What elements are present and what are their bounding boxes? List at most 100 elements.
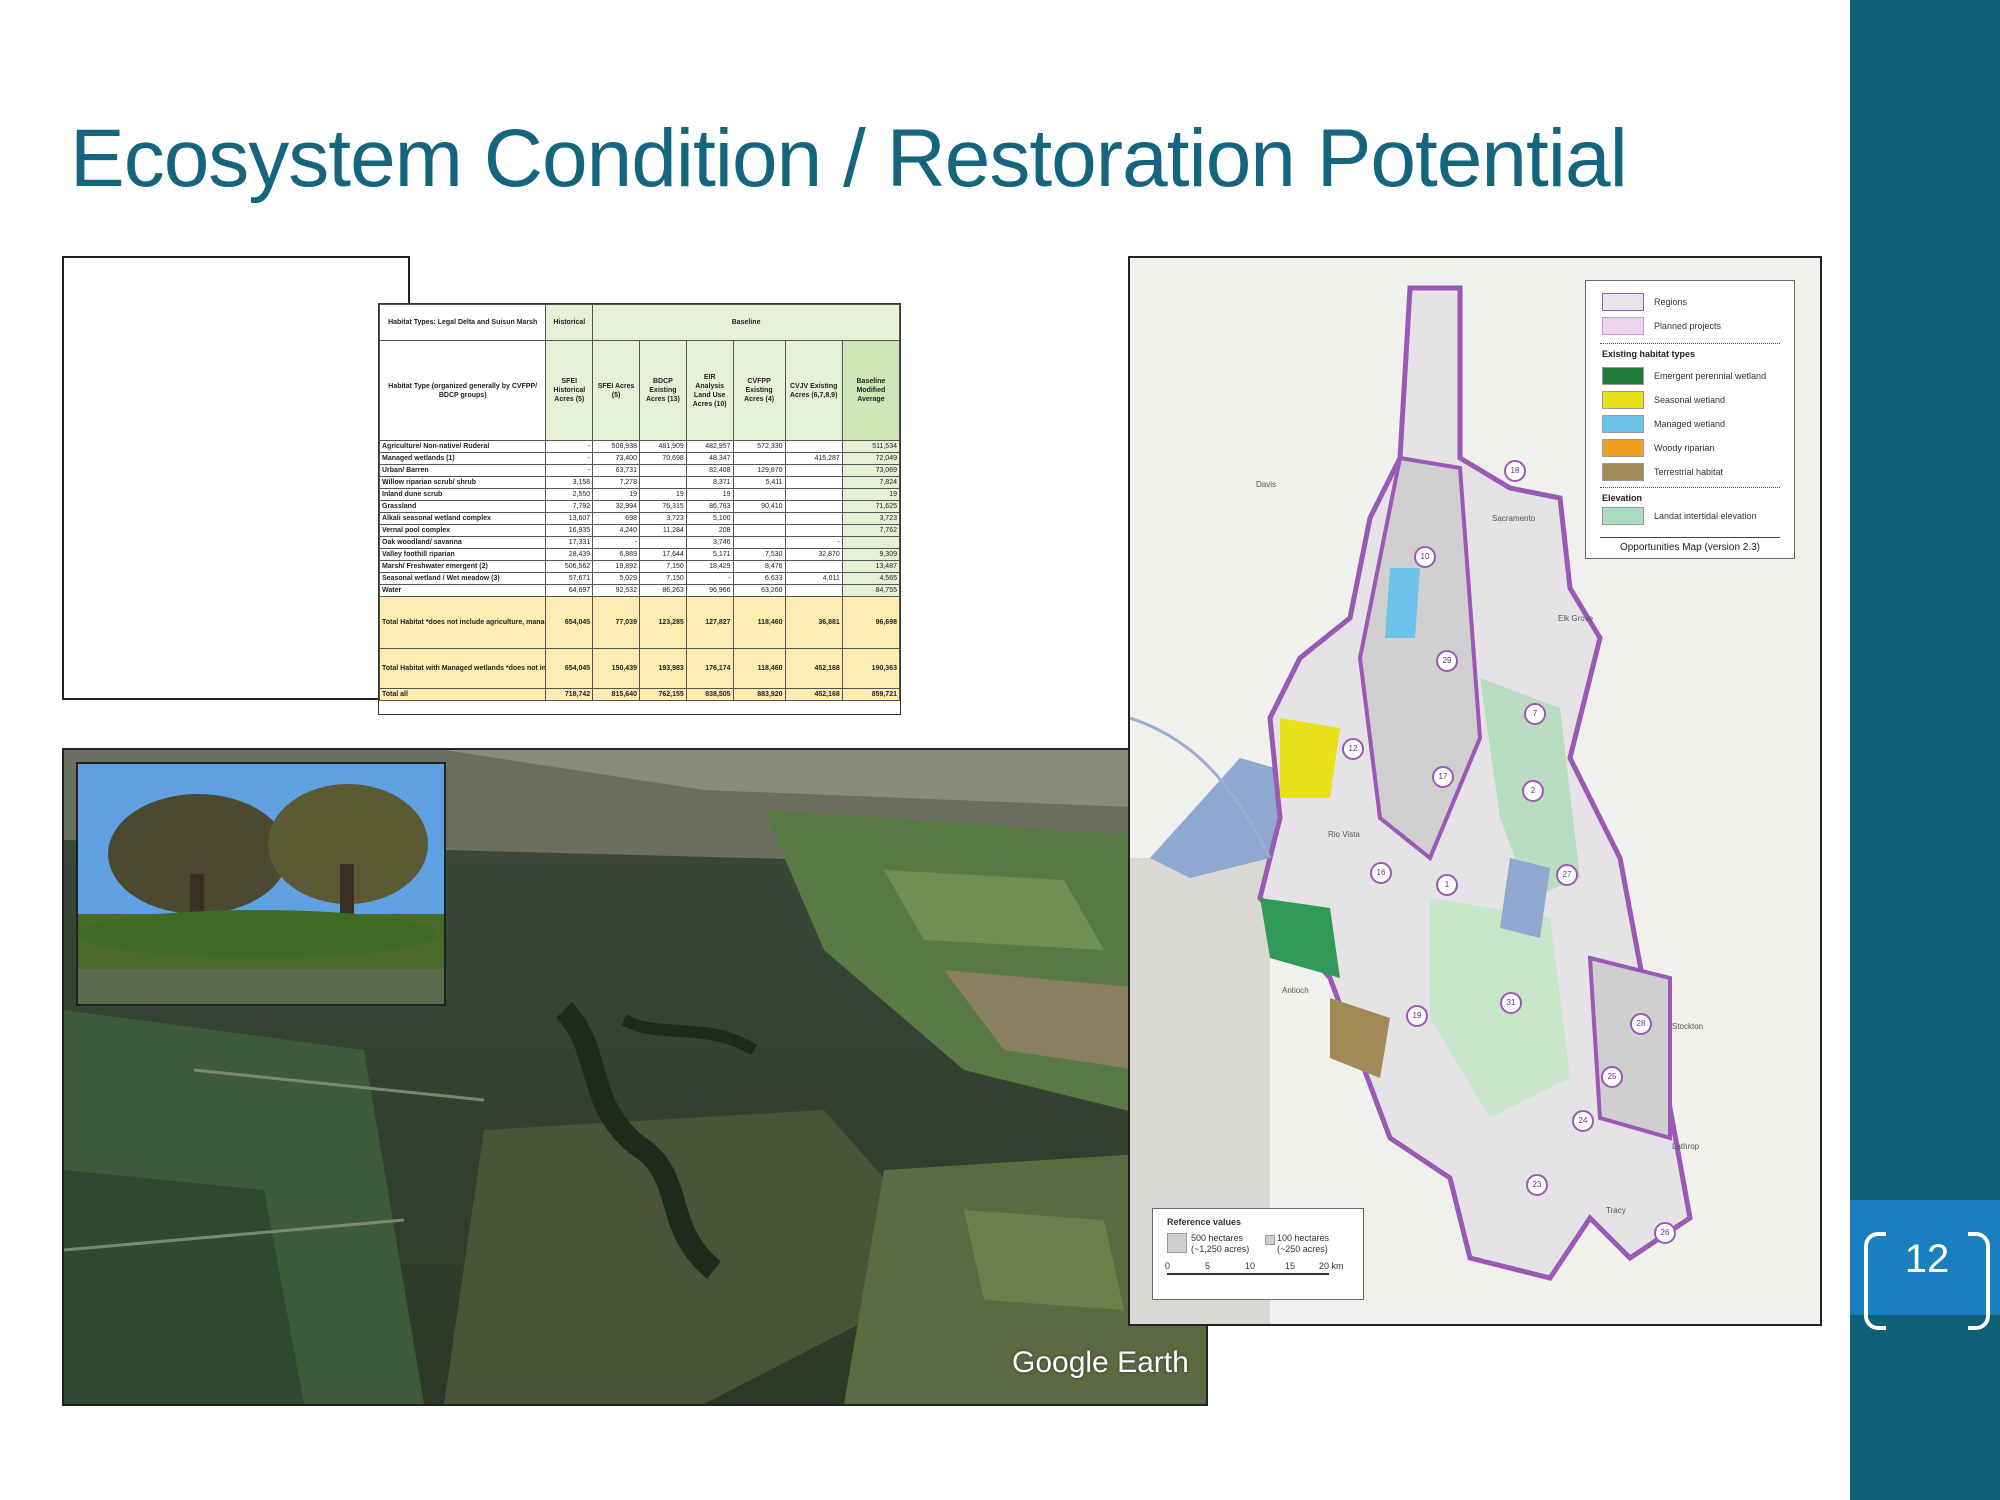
table-cell (784, 488, 843, 501)
region-number-marker: 1 (1436, 874, 1458, 896)
table-title: Habitat Types: Legal Delta and Suisun Ma… (378, 304, 547, 341)
legend-item: Emergent perennial wetland (1602, 367, 1766, 385)
table-cell: 63,731 (592, 464, 640, 477)
habitat-type-cell: Vernal pool complex (378, 524, 547, 537)
table-cell: 72,049 (841, 452, 901, 465)
table-cell: 762,155 (638, 688, 687, 701)
table-cell: 13,607 (545, 512, 594, 525)
table-cell (784, 464, 843, 477)
place-label: Sacramento (1492, 514, 1536, 523)
table-cell (732, 488, 786, 501)
table-cell: - (592, 536, 640, 549)
table-cell: 193,983 (638, 648, 687, 689)
table-cell: 19 (592, 488, 640, 501)
place-label: Antioch (1282, 986, 1309, 995)
table-cell: 63,260 (732, 584, 786, 597)
slide-title: Ecosystem Condition / Restoration Potent… (70, 113, 1628, 204)
legend-item: Terrestrial habitat (1602, 463, 1723, 481)
table-cell: 481,909 (638, 440, 687, 453)
legend-label: Landat intertidal elevation (1654, 511, 1757, 521)
table-cell: 19 (841, 488, 901, 501)
legend-label: Planned projects (1654, 321, 1722, 331)
column-header: SFEI Acres (5) (592, 340, 640, 441)
table-cell: 48,347 (685, 452, 734, 465)
table-cell: 452,168 (784, 688, 843, 701)
table-cell (784, 512, 843, 525)
place-label: Elk Grove (1558, 614, 1594, 623)
table-cell: 16,935 (545, 524, 594, 537)
table-cell: 3,723 (638, 512, 687, 525)
table-cell (732, 524, 786, 537)
column-header: CVFPP Existing Acres (4) (732, 340, 786, 441)
habitat-type-cell: Agriculture/ Non-native/ Ruderal (378, 440, 547, 453)
legend-swatch (1602, 507, 1644, 525)
table-cell: 17,644 (638, 548, 687, 561)
table-row: Willow riparian scrub/ shrub 3,158 7,278 8,… (378, 476, 901, 489)
table-row: Valley foothill riparian 28,439 6,889 17,64… (378, 548, 901, 561)
google-earth-watermark: Google Earth (1012, 1346, 1189, 1379)
region-number-marker: 17 (1432, 766, 1454, 788)
table-cell: 7,762 (841, 524, 901, 537)
habitat-type-cell: Water (378, 584, 547, 597)
oak-trees-illustration (78, 764, 444, 1004)
table-cell: 859,721 (841, 688, 901, 701)
table-row: Urban/ Barren -63,731 82,408 129,870 73,069 (378, 464, 901, 477)
group-baseline: Baseline (592, 304, 900, 341)
table-cell: 129,870 (732, 464, 786, 477)
table-cell: 7,150 (638, 560, 687, 573)
scale-title: Reference values (1167, 1217, 1242, 1227)
legend-swatch (1602, 317, 1644, 335)
ref-swatch-small (1265, 1235, 1275, 1245)
table-cell: 17,331 (545, 536, 594, 549)
region-number-marker: 24 (1572, 1110, 1594, 1132)
legend-label: Regions (1654, 297, 1688, 307)
legend-item: Woody riparian (1602, 439, 1714, 457)
table-cell (732, 536, 786, 549)
table-row: Water 64,697 92,532 86,263 96,966 63,260 84,75… (378, 584, 901, 597)
total-managed-label: Total Habitat with Managed wetlands *doe… (378, 648, 547, 689)
table-cell: 698 (592, 512, 640, 525)
table-cell: 452,168 (784, 648, 843, 689)
legend-swatch (1602, 293, 1644, 311)
region-number-marker: 12 (1342, 738, 1364, 760)
table-row: Oak woodland/ savanna 17,331-3,746- (378, 536, 901, 549)
column-header: SFEI Historical Acres (5) (545, 340, 594, 441)
habitat-type-cell: Valley foothill riparian (378, 548, 547, 561)
table-cell (732, 452, 786, 465)
table-cell: 92,532 (592, 584, 640, 597)
legend-item: Landat intertidal elevation (1602, 507, 1757, 525)
table-cell: 123,285 (638, 596, 687, 649)
total-all-label: Total all (378, 688, 547, 701)
table-cell: 19 (638, 488, 687, 501)
legend-label: Seasonal wetland (1654, 395, 1726, 405)
table-cell (841, 536, 901, 549)
legend-label: Managed wetland (1654, 419, 1726, 429)
scale-box: Reference values 500 hectares (~1,250 ac… (1152, 1208, 1364, 1300)
table-cell: 5,171 (685, 548, 734, 561)
habitat-type-cell: Managed wetlands (1) (378, 452, 547, 465)
table-cell: 32,994 (592, 500, 640, 513)
table-cell: - (545, 452, 594, 465)
legend-section-header: Elevation (1602, 493, 1643, 503)
scale-tick: 20 km (1319, 1261, 1344, 1271)
legend-label: Terrestrial habitat (1654, 467, 1724, 477)
table-cell: 73,400 (592, 452, 640, 465)
table-cell: 36,881 (784, 596, 843, 649)
table-cell: 7,530 (732, 548, 786, 561)
table-cell: 2,550 (545, 488, 594, 501)
table-cell: 5,029 (592, 572, 640, 585)
region-number-marker: 26 (1654, 1222, 1676, 1244)
legend-label: Emergent perennial wetland (1654, 371, 1767, 381)
place-label: Lathrop (1672, 1142, 1700, 1151)
table-cell (638, 476, 687, 489)
region-number-marker: 10 (1414, 546, 1436, 568)
legend-divider (1600, 343, 1780, 344)
legend-item: Regions (1602, 293, 1687, 311)
column-header: CVJV Existing Acres (6,7,8,9) (784, 340, 843, 441)
group-historical: Historical (545, 304, 594, 341)
habitat-type-cell: Seasonal wetland / Wet meadow (3) (378, 572, 547, 585)
table-cell: 84,755 (841, 584, 901, 597)
table-cell: 19 (685, 488, 734, 501)
table-cell: 7,278 (592, 476, 640, 489)
place-label: Tracy (1606, 1206, 1626, 1215)
